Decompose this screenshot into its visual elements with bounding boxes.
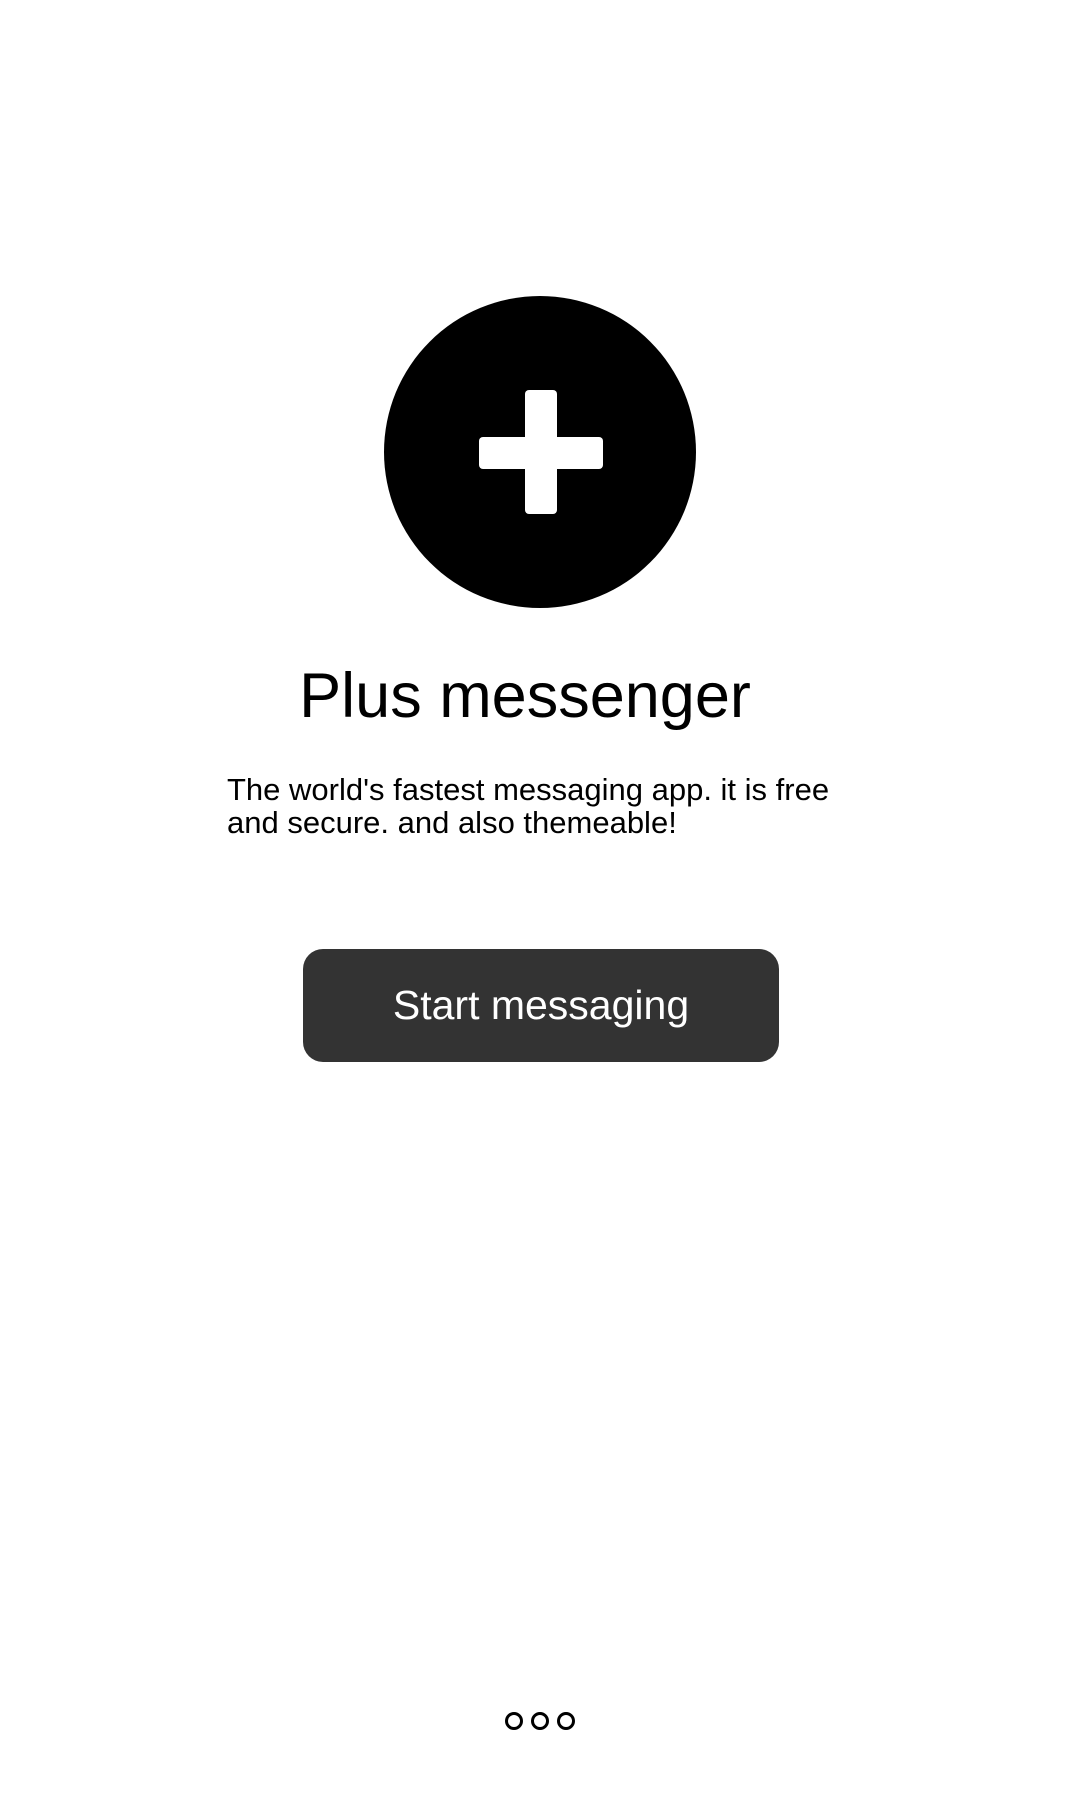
app-logo [384,296,696,608]
page-dot-1[interactable] [505,1712,523,1730]
app-title: Plus messenger [299,661,751,731]
page-dot-2[interactable] [531,1712,549,1730]
page-dot-3[interactable] [557,1712,575,1730]
plus-circle-icon [384,296,696,608]
start-messaging-button[interactable]: Start messaging [303,949,779,1062]
app-description: The world's fastest messaging app. it is… [227,772,830,840]
page-indicator [0,1712,1080,1738]
